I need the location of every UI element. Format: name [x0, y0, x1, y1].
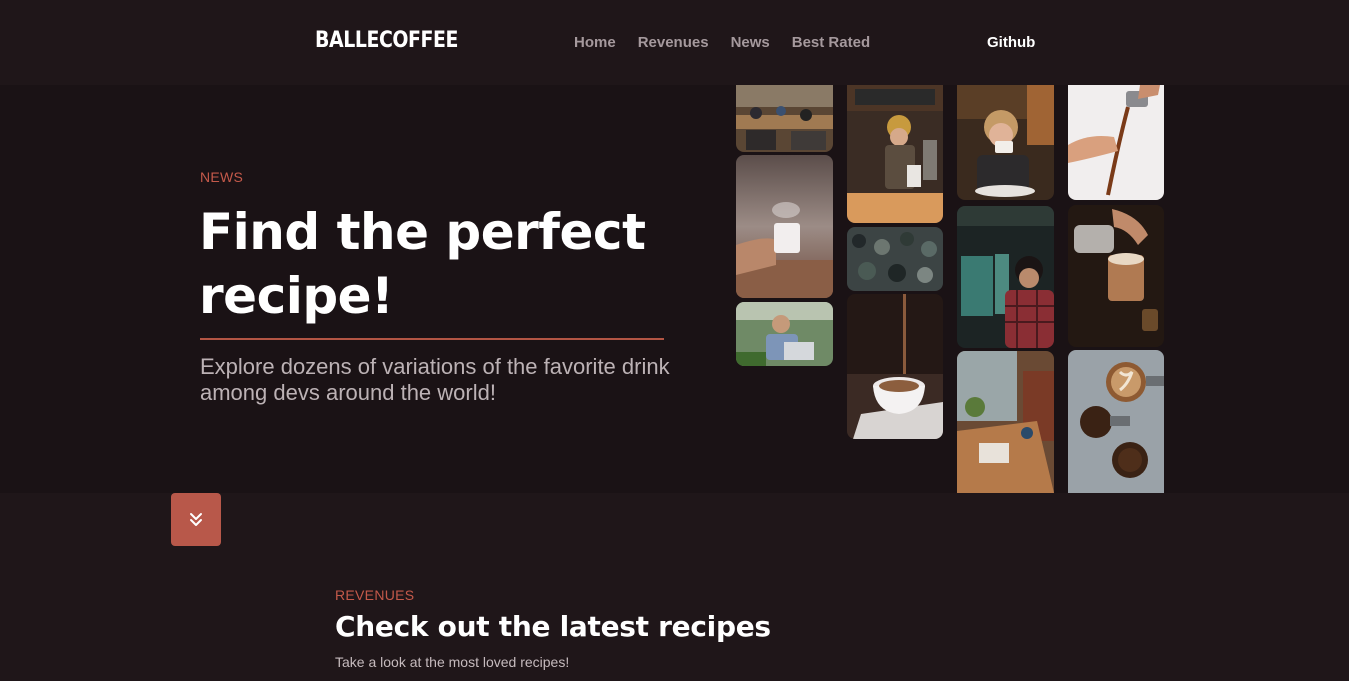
developer-at-monitors-photo — [957, 206, 1054, 348]
main-nav: Home Revenues News Best Rated — [574, 34, 870, 51]
woman-drinking-coffee-photo — [957, 85, 1054, 200]
recipes-subtitle: Take a look at the most loved recipes! — [335, 654, 570, 670]
site-header: BALLECOFFEE Home Revenues News Best Rate… — [0, 0, 1349, 85]
hero-divider — [200, 338, 664, 340]
barista-woman-photo — [847, 85, 943, 223]
busy-cafe-crowd-photo — [847, 227, 943, 291]
site-logo[interactable]: BALLECOFFEE — [315, 28, 458, 53]
hero-eyebrow: NEWS — [200, 169, 244, 185]
nav-link-best-rated[interactable]: Best Rated — [792, 34, 870, 51]
nav-link-revenues[interactable]: Revenues — [638, 34, 709, 51]
cafe-window-table-photo — [957, 351, 1054, 493]
nav-link-home[interactable]: Home — [574, 34, 616, 51]
man-with-laptop-photo — [736, 302, 833, 366]
chevrons-down-icon — [190, 512, 202, 526]
nav-link-news[interactable]: News — [731, 34, 770, 51]
hero-subtitle: Explore dozens of variations of the favo… — [200, 354, 670, 405]
github-link[interactable]: Github — [987, 34, 1035, 51]
recipes-eyebrow: REVENUES — [335, 587, 415, 603]
recipes-title: Check out the latest recipes — [335, 610, 771, 643]
hero-title: Find the perfect recipe! — [199, 203, 646, 325]
latte-and-beans-photo — [1068, 350, 1164, 493]
scroll-down-button[interactable] — [171, 493, 221, 546]
coworking-office-photo — [736, 85, 833, 152]
latte-art-pour-photo — [1068, 205, 1164, 347]
coffee-pour-cup-photo — [847, 294, 943, 439]
espresso-pour-hand-photo — [1068, 85, 1164, 200]
hand-holding-coffee-mug-photo — [736, 155, 833, 298]
